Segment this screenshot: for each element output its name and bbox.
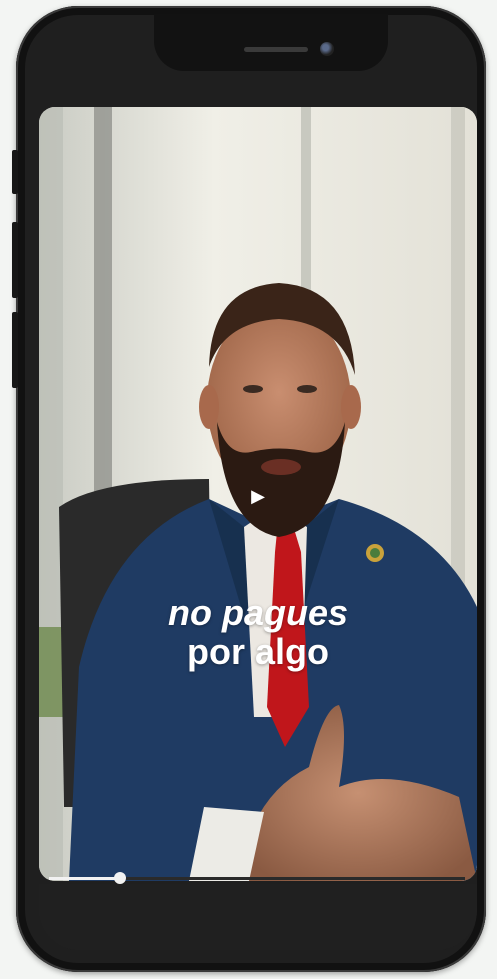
phone-notch: [154, 14, 388, 71]
play-icon[interactable]: ▶: [247, 485, 269, 507]
bottom-bezel: [39, 884, 477, 950]
volume-up-button: [12, 222, 18, 298]
video-progress-handle[interactable]: [114, 872, 126, 884]
front-camera-icon: [320, 42, 334, 56]
caption-line-1: no pagues: [167, 592, 349, 633]
volume-down-button: [12, 312, 18, 388]
caption-line-2: por algo: [187, 631, 329, 672]
mute-switch: [12, 150, 18, 194]
video-progress-fill: [49, 877, 120, 880]
video-player[interactable]: ▶ no pagues por algo: [39, 107, 477, 881]
speaker-grille: [244, 47, 308, 52]
